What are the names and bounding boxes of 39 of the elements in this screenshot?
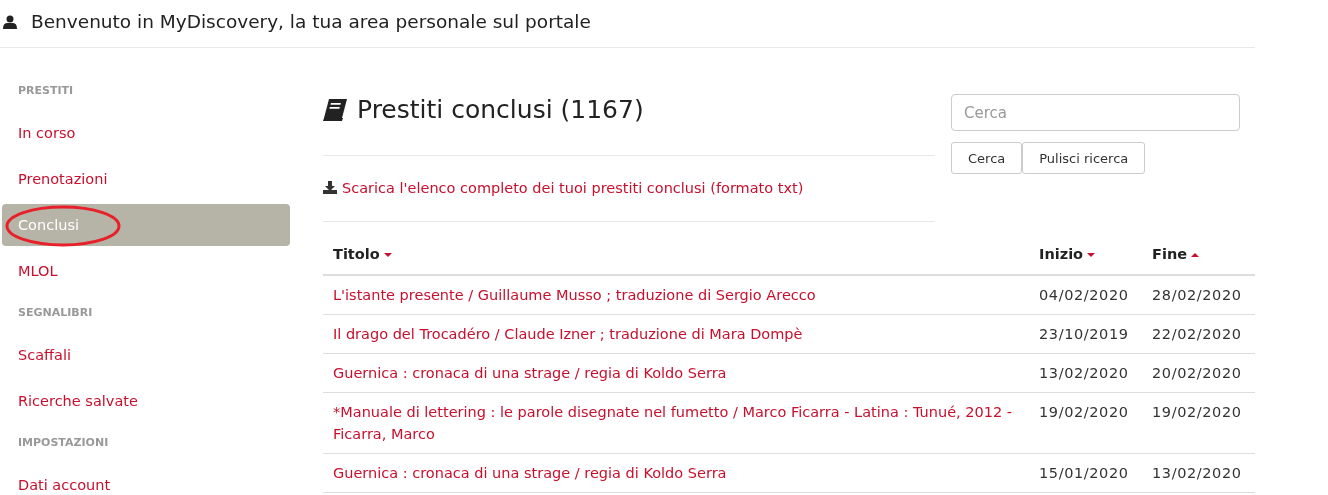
date-cell: 28/02/2020	[1142, 275, 1255, 315]
title-link[interactable]: *Manuale di lettering : le parole disegnate nel fumetto / Marco Ficarra - Latina : Tunué, 2012 - Ficarra, Marco	[323, 392, 1029, 454]
search-field[interactable]: Cerca	[951, 94, 1240, 131]
date-cell: 19/02/2020	[1029, 392, 1142, 454]
sidebar-item[interactable]: Scaffali	[2, 332, 290, 378]
date-cell: 19/02/2020	[1142, 392, 1255, 454]
sidebar-heading: PRESTITI	[17, 83, 75, 99]
book-icon	[323, 98, 347, 121]
sidebar-heading: SEGNALIBRI	[17, 305, 94, 321]
date-cell: 20/02/2020	[1142, 353, 1255, 393]
sidebar-item[interactable]: In corso	[2, 110, 290, 156]
title-link[interactable]: Guernica : cronaca di una strage / regia di Koldo Serra	[323, 453, 1029, 493]
date-cell: 23/10/2019	[1029, 314, 1142, 354]
date-cell: 22/02/2020	[1142, 314, 1255, 354]
date-cell: 15/01/2020	[1029, 453, 1142, 493]
sort-icon[interactable]	[1191, 253, 1200, 257]
title-link[interactable]: Il drago del Trocadéro / Claude Izner ; traduzione di Mara Dompè	[323, 314, 1029, 354]
column-header[interactable]: Inizio	[1029, 234, 1142, 275]
page-title: Prestiti conclusi (1167)	[357, 95, 644, 124]
sidebar-item[interactable]: Ricerche salvate	[2, 378, 290, 424]
sidebar-item[interactable]: MLOL	[2, 248, 290, 294]
search-button[interactable]: Pulisci ricerca	[1022, 142, 1146, 174]
download-icon	[323, 181, 337, 194]
date-cell: 13/02/2020	[1029, 353, 1142, 393]
column-header[interactable]: Fine	[1142, 234, 1255, 275]
download-link[interactable]: Scarica l'elenco completo dei tuoi prestiti conclusi (formato txt)	[342, 179, 804, 196]
title-link[interactable]: Guernica : cronaca di una strage / regia di Koldo Serra	[323, 353, 1029, 393]
sidebar-item[interactable]: Prenotazioni	[2, 156, 290, 202]
sidebar-item[interactable]: Dati account	[2, 462, 290, 495]
title-link[interactable]: L'istante presente / Guillaume Musso ; traduzione di Sergio Arecco	[323, 275, 1029, 315]
user-icon	[3, 14, 17, 29]
sort-icon[interactable]	[1087, 253, 1096, 257]
date-cell: 13/02/2020	[1142, 453, 1255, 493]
column-header[interactable]: Titolo	[323, 234, 1029, 275]
date-cell: 04/02/2020	[1029, 275, 1142, 315]
search-button[interactable]: Cerca	[951, 142, 1023, 174]
sort-icon[interactable]	[383, 253, 392, 257]
page-header-title: Benvenuto in MyDiscovery, la tua area personale sul portale	[31, 11, 591, 32]
sidebar-heading: IMPOSTAZIONI	[17, 435, 110, 451]
